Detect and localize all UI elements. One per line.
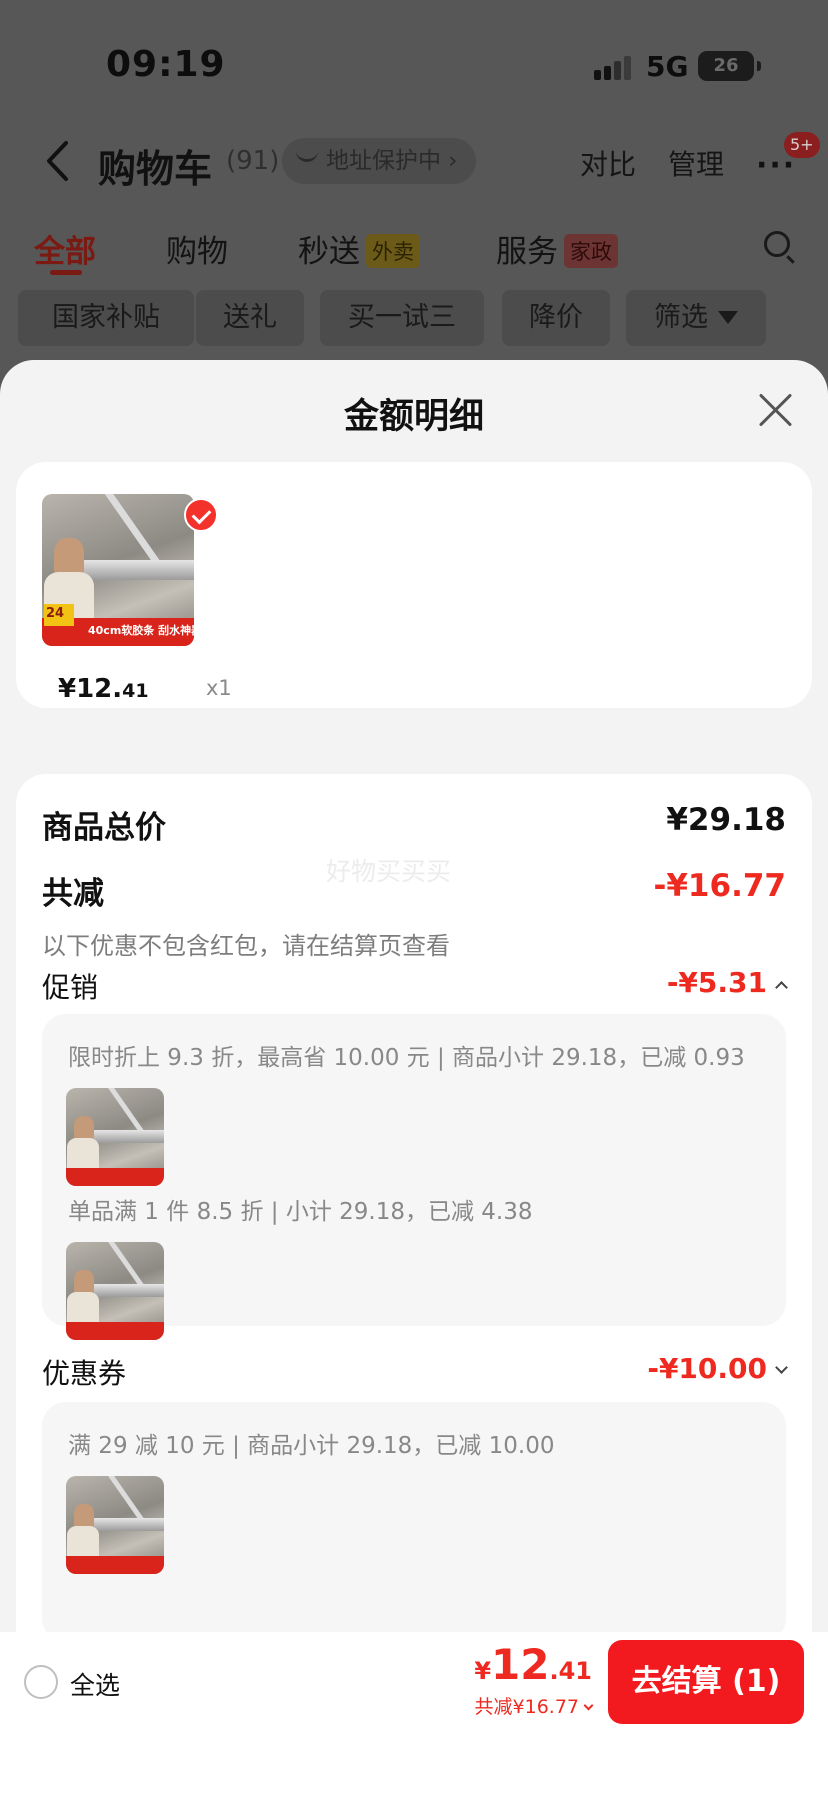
chevron-up-icon <box>775 981 788 994</box>
home-indicator-area <box>0 1732 828 1801</box>
total-currency: ¥ <box>474 1657 492 1685</box>
chip-national-subsidy[interactable]: 国家补贴 <box>18 290 194 346</box>
checkout-bar: 全选 ¥12.41 共减¥16.77 去结算 (1) <box>0 1632 828 1732</box>
status-time: 09:19 <box>106 44 226 85</box>
discount-note: 以下优惠不包含红包，请在结算页查看 <box>42 932 450 960</box>
chevron-down-icon <box>583 1700 594 1711</box>
coupon-value: -¥10.00 <box>647 1352 767 1385</box>
coupon-label: 优惠券 <box>42 1357 127 1390</box>
promotion-label: 促销 <box>42 971 99 1004</box>
address-protection-label: 地址保护中 › <box>326 148 458 174</box>
promotion-product-thumbnail-1 <box>66 1088 164 1186</box>
checkout-button[interactable]: 去结算 (1) <box>608 1640 804 1724</box>
tab-shopping-label: 购物 <box>166 234 228 270</box>
select-all-radio[interactable] <box>24 1665 58 1699</box>
page-title: 购物车 <box>98 147 213 191</box>
tab-all[interactable]: 全部 <box>34 226 96 271</box>
total-saved: 共减¥16.77 <box>474 1696 579 1718</box>
close-icon[interactable] <box>756 390 796 430</box>
coupon-line-1: 满 29 减 10 元 | 商品小计 29.18，已减 10.00 <box>68 1433 555 1459</box>
chip-gift[interactable]: 送礼 <box>196 290 304 346</box>
chip-filter-label: 筛选 <box>654 302 708 333</box>
promotion-line-1: 限时折上 9.3 折，最高省 10.00 元 | 商品小计 29.18，已减 0… <box>68 1045 745 1071</box>
address-protection-pill[interactable]: 地址保护中 › <box>282 138 476 184</box>
select-all-label[interactable]: 全选 <box>70 1666 120 1702</box>
active-tab-indicator <box>50 270 82 275</box>
product-quantity: x1 <box>206 676 232 700</box>
promotion-toggle[interactable]: -¥5.31 <box>666 966 788 999</box>
chip-filter[interactable]: 筛选 <box>626 290 766 346</box>
coupon-details: 满 29 减 10 元 | 商品小计 29.18，已减 10.00 <box>42 1402 786 1640</box>
cart-count: (91) <box>226 146 280 176</box>
coupon-product-thumbnail <box>66 1476 164 1574</box>
tab-instant-delivery-label: 秒送 <box>298 234 360 270</box>
product-price-decimal: 41 <box>122 680 149 702</box>
battery-icon: 26 <box>698 51 761 81</box>
total-price-value: ¥29.18 <box>666 802 786 838</box>
compare-button[interactable]: 对比 <box>580 143 636 183</box>
tab-shopping[interactable]: 购物 <box>166 226 228 271</box>
chip-price-drop[interactable]: 降价 <box>502 290 610 346</box>
total-amount: ¥12.41 <box>474 1640 592 1689</box>
promotion-product-thumbnail-2 <box>66 1242 164 1340</box>
total-price-label: 商品总价 <box>42 810 166 846</box>
amount-details-sheet: 金额明细 40cm软胶条 刮水神器 24 ¥12.41 x1 商品总价 ¥29.… <box>0 360 828 1640</box>
network-type: 5G <box>646 50 689 83</box>
notification-badge: 5+ <box>784 132 820 158</box>
watermark-text: 好物买买买 <box>326 857 452 886</box>
promotion-line-2: 单品满 1 件 8.5 折 | 小计 29.18，已减 4.38 <box>68 1199 533 1225</box>
total-saved-toggle[interactable]: 共减¥16.77 <box>474 1692 594 1719</box>
selected-check-icon[interactable] <box>184 498 218 532</box>
tab-services-label: 服务 <box>496 234 558 270</box>
total-decimal: .41 <box>549 1657 592 1685</box>
product-card: 40cm软胶条 刮水神器 24 ¥12.41 x1 <box>16 462 812 708</box>
price-breakdown-card: 商品总价 ¥29.18 好物买买买 共减 -¥16.77 以下优惠不包含红包，请… <box>16 774 812 1640</box>
cart-page-background: 09:19 5G 26 购物车 (91) 地址保护中 › 对比 管理 ··· 5… <box>0 0 828 380</box>
chip-try-three[interactable]: 买一试三 <box>320 290 484 346</box>
product-price: ¥12.41 <box>58 674 149 704</box>
tab-all-label: 全部 <box>34 234 96 270</box>
chevron-down-icon <box>775 1361 788 1374</box>
promotion-value: -¥5.31 <box>666 966 767 999</box>
discount-label: 共减 <box>42 876 104 912</box>
tab-instant-delivery[interactable]: 秒送 外卖 <box>298 226 420 271</box>
signal-icon <box>594 56 634 80</box>
takeout-tag: 外卖 <box>366 234 420 268</box>
back-arrow-icon[interactable] <box>44 140 70 182</box>
tab-services[interactable]: 服务 家政 <box>496 226 618 271</box>
product-thumbnail[interactable]: 40cm软胶条 刮水神器 24 <box>42 494 194 646</box>
housekeeping-tag: 家政 <box>564 234 618 268</box>
total-integer: 12 <box>491 1640 550 1689</box>
sheet-title: 金额明细 <box>343 397 484 437</box>
discount-value: -¥16.77 <box>653 868 787 904</box>
coupon-toggle[interactable]: -¥10.00 <box>647 1352 788 1385</box>
promotion-details: 限时折上 9.3 折，最高省 10.00 元 | 商品小计 29.18，已减 0… <box>42 1014 786 1340</box>
manage-button[interactable]: 管理 <box>668 143 724 183</box>
filter-icon <box>718 311 738 324</box>
smile-icon <box>296 150 318 162</box>
search-icon[interactable] <box>764 231 790 257</box>
product-price-main: ¥12. <box>58 674 123 704</box>
